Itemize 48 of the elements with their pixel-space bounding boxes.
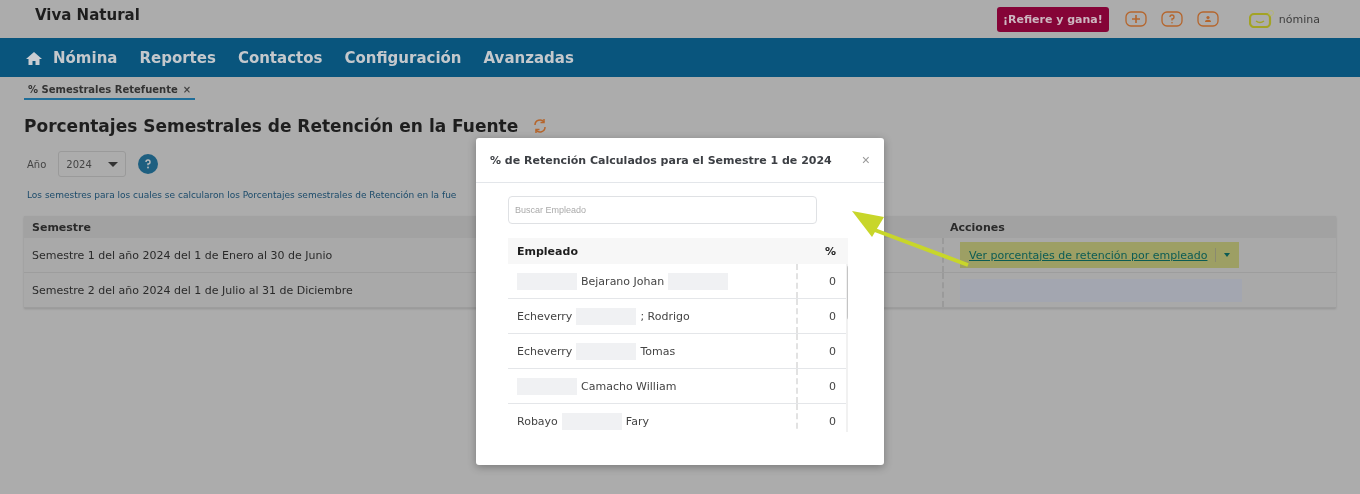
action-dropdown[interactable]: Ver porcentajes de retención por empleado [960, 242, 1240, 268]
nav-item[interactable]: Nómina [53, 48, 118, 67]
column-header: % [823, 244, 837, 258]
table-cell: Fary [625, 414, 649, 428]
table-cell: Camacho William [581, 379, 677, 393]
nav-item[interactable]: Reportes [139, 48, 216, 67]
help-icon[interactable] [138, 154, 159, 174]
table-cell: Semestre 1 del año 2024 del 1 de Enero al 30 de Junio [32, 248, 333, 262]
nav-item[interactable]: Configuración [344, 48, 462, 67]
column-header: Semestre [31, 220, 92, 234]
refresh-icon[interactable] [532, 118, 549, 134]
caret-icon [108, 161, 119, 167]
close-button[interactable]: × [182, 84, 192, 95]
year-select[interactable]: 2024 [58, 151, 127, 177]
table-cell-text: 0 [828, 274, 837, 288]
table-cell: Echeverry [517, 344, 573, 358]
year-label: Año [27, 158, 47, 170]
table-cell-text: 0 [828, 344, 837, 358]
table-cell-text: 0 [828, 309, 837, 323]
company-name: Viva Natural [35, 6, 140, 24]
modal-title: % de Retención Calculados para el Semestre 1 de 2024 [490, 153, 832, 167]
home-icon[interactable] [25, 49, 43, 66]
tab-label[interactable]: % Semestrales Retefuente [28, 84, 178, 95]
column-header: Acciones [949, 220, 1006, 234]
smile-logo-icon [1248, 10, 1275, 28]
nav-item[interactable]: Contactos [237, 48, 323, 67]
close-button[interactable]: × [861, 152, 870, 168]
table-cell: Semestre 2 del año 2024 del 1 de Julio al 31 de Diciembre [32, 283, 353, 297]
refer-button[interactable]: ¡Refiere y gana! [996, 6, 1109, 32]
user-icon[interactable] [1196, 11, 1219, 27]
table-cell-text: 0 [828, 414, 837, 428]
product-name: nómina [1278, 12, 1320, 26]
table-cell: Bejarano Johan [581, 274, 665, 288]
page-tab[interactable]: % Semestrales Retefuente × [24, 82, 196, 100]
table-cell: Robayo [517, 414, 558, 428]
table-cell: Tomas [640, 344, 676, 358]
table-cell: ; Rodrigo [640, 309, 690, 323]
caret-icon[interactable] [1224, 253, 1231, 257]
table-cell: Echeverry [517, 309, 573, 323]
nav-item[interactable]: Avanzadas [483, 48, 574, 67]
page-title: Porcentajes Semestrales de Retención en la Fuente [24, 116, 519, 136]
help-icon[interactable] [1160, 11, 1183, 27]
table-cell-text: 0 [828, 379, 837, 393]
info-text: Los semestres para los cuales se calcularon los Porcentajes semestrales de Retención en la fue [26, 190, 458, 200]
action-link[interactable]: Ver porcentajes de retención por empleado [969, 248, 1208, 262]
column-header: Empleado [516, 244, 579, 258]
add-icon[interactable] [1124, 11, 1147, 27]
search-field[interactable]: Buscar Empleado [508, 196, 817, 224]
